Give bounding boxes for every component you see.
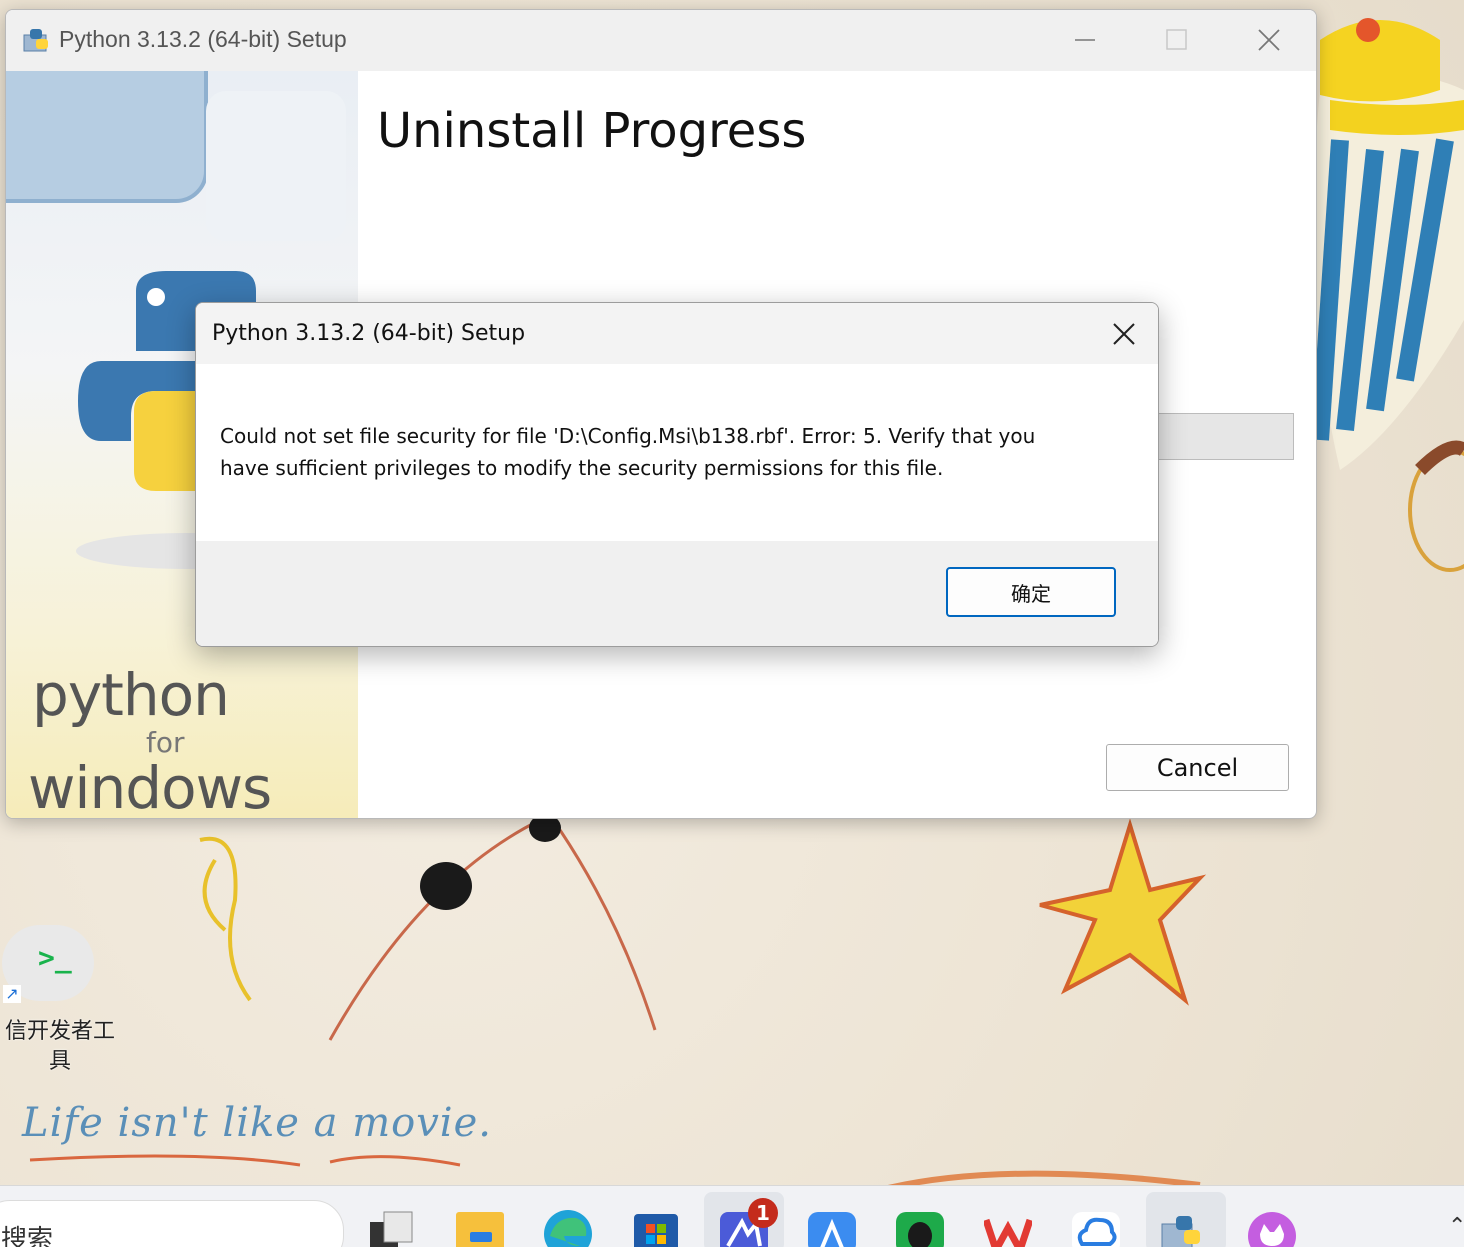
edge-icon[interactable] (544, 1206, 592, 1247)
taskbar: 搜索 1 ⌃ (0, 1185, 1464, 1247)
error-dialog-body: Could not set file security for file 'D:… (196, 364, 1158, 541)
shortcut-arrow-icon: ↗ (3, 985, 21, 1003)
error-message: Could not set file security for file 'D:… (220, 420, 1120, 484)
page-title: Uninstall Progress (377, 103, 807, 159)
setup-window-title: Python 3.13.2 (64-bit) Setup (59, 26, 347, 52)
cat-app-icon[interactable] (1248, 1206, 1296, 1247)
cancel-button[interactable]: Cancel (1106, 744, 1289, 791)
minimize-button[interactable] (1062, 20, 1108, 60)
task-view-icon[interactable] (368, 1206, 416, 1247)
uninstall-progress-bar (1156, 413, 1294, 460)
wallpaper-balloon (1311, 18, 1464, 572)
error-dialog-titlebar[interactable]: Python 3.13.2 (64-bit) Setup (196, 303, 1158, 364)
brand-python-text: python (32, 661, 230, 729)
error-message-line-2: have sufficient privileges to modify the… (220, 456, 944, 480)
error-dialog-close-button[interactable] (1102, 315, 1146, 353)
desktop-shortcut-label-2: 具 (48, 1049, 71, 1074)
wps-icon[interactable] (982, 1206, 1034, 1247)
python-setup-icon[interactable] (1160, 1206, 1208, 1247)
wallpaper-text: Life isn't like a movie. (22, 1100, 492, 1146)
maximize-button[interactable] (1154, 20, 1200, 60)
wallpaper-star (1039, 818, 1207, 1006)
maximize-icon (1166, 29, 1187, 50)
ok-button[interactable]: 确定 (946, 567, 1116, 617)
desktop-shortcut-label: 信开发者工 (4, 1019, 115, 1044)
close-button[interactable] (1246, 20, 1292, 60)
taskbar-search-box[interactable]: 搜索 (0, 1200, 344, 1247)
error-message-line-1: Could not set file security for file 'D:… (220, 424, 1036, 448)
store-icon[interactable] (632, 1206, 680, 1247)
taskbar-search-text: 搜索 (1, 1225, 54, 1247)
cloud-drive-icon[interactable] (1072, 1206, 1120, 1247)
error-dialog-footer: 确定 (196, 541, 1158, 646)
error-dialog: Python 3.13.2 (64-bit) Setup Could not s… (195, 302, 1159, 647)
desktop-shortcut-devtools[interactable]: >_ ↗ 信开发者工 具 (0, 925, 120, 1085)
app-store-icon[interactable] (808, 1206, 856, 1247)
wallpaper-figure (199, 814, 657, 1041)
notification-badge: 1 (748, 1198, 778, 1228)
evernote-icon[interactable] (896, 1206, 944, 1247)
error-dialog-title: Python 3.13.2 (64-bit) Setup (212, 321, 526, 346)
python-installer-icon (23, 29, 48, 52)
tray-chevron-icon[interactable]: ⌃ (1448, 1214, 1464, 1239)
minimize-icon (1075, 39, 1095, 41)
close-icon (1113, 323, 1135, 345)
file-explorer-icon[interactable] (456, 1206, 504, 1247)
close-icon (1258, 29, 1280, 51)
setup-titlebar[interactable]: Python 3.13.2 (64-bit) Setup (6, 10, 1316, 71)
brand-windows-text: windows (28, 754, 272, 818)
